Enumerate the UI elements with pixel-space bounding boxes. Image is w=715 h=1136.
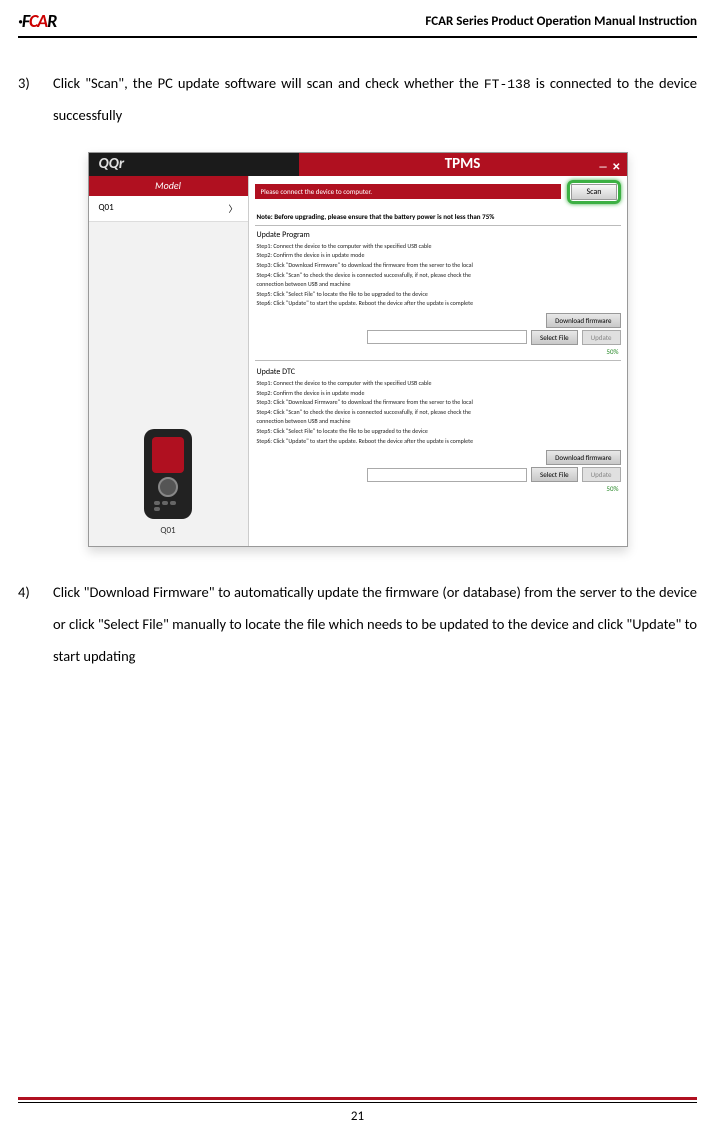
device-label: Q01 — [89, 525, 248, 536]
dtc-file-row: Select File Update — [255, 467, 621, 482]
dtc-step1: Step1: Connect the device to the compute… — [257, 379, 619, 389]
prog-step3: Step3: Click "Download Firmware" to down… — [257, 261, 619, 271]
sidebar-item-q01[interactable]: Q01 〉 — [89, 196, 248, 222]
device-buttons — [154, 501, 182, 511]
dtc-step5: Step5: Click "Select File" to locate the… — [257, 427, 619, 437]
page-number: 21 — [18, 1109, 697, 1124]
step-4-text: Click "Download Firmware" to automatical… — [53, 577, 697, 673]
app-main-panel: Please connect the device to computer. S… — [249, 176, 627, 546]
step-3-model: FT-138 — [484, 77, 531, 92]
prog-step4: Step4: Click "Scan" to check the device … — [257, 271, 619, 281]
step-3-text: Click "Scan", the PC update software wil… — [53, 68, 697, 132]
program-percent: 50% — [255, 347, 621, 356]
sidebar-device-preview: Q01 — [89, 419, 248, 546]
program-download-row: Download firmware — [255, 313, 621, 328]
sidebar-item-label: Q01 — [99, 202, 114, 215]
app-tpms-label: TPMS — [445, 155, 481, 173]
minimize-icon[interactable]: — — [599, 160, 608, 173]
scan-button-highlight: Scan — [567, 180, 620, 204]
sidebar-tab-model[interactable]: Model — [89, 176, 248, 196]
dtc-steps: Step1: Connect the device to the compute… — [255, 379, 621, 446]
select-file-button[interactable]: Select File — [531, 330, 578, 345]
update-program-title: Update Program — [255, 226, 621, 242]
logo-part-ca: CA — [29, 10, 47, 32]
fcar-logo: ·FCAR — [18, 10, 56, 32]
step-4: 4) Click "Download Firmware" to automati… — [18, 577, 697, 673]
step-3: 3) Click "Scan", the PC update software … — [18, 68, 697, 132]
header-title: FCAR Series Product Operation Manual Ins… — [425, 14, 697, 29]
step-4-number: 4) — [18, 577, 53, 673]
scan-button[interactable]: Scan — [571, 184, 616, 200]
dtc-download-firmware-button[interactable]: Download firmware — [546, 450, 620, 465]
dtc-file-input[interactable] — [367, 468, 527, 482]
chevron-right-icon: 〉 — [228, 202, 237, 215]
update-button[interactable]: Update — [582, 330, 621, 345]
divider — [255, 360, 621, 361]
app-title-tpms: TPMS — ✕ — [299, 153, 627, 176]
dtc-step6: Step6: Click "Update" to start the updat… — [257, 437, 619, 447]
device-dpad — [158, 477, 178, 497]
dtc-select-file-button[interactable]: Select File — [531, 467, 578, 482]
window-controls: — ✕ — [599, 155, 621, 178]
dtc-update-button[interactable]: Update — [582, 467, 621, 482]
update-dtc-title: Update DTC — [255, 363, 621, 379]
prog-step1: Step1: Connect the device to the compute… — [257, 242, 619, 252]
device-screen — [152, 437, 184, 473]
close-icon[interactable]: ✕ — [612, 160, 620, 173]
app-window: QQr TPMS — ✕ Model Q01 〉 — [88, 152, 628, 547]
battery-note: Note: Before upgrading, please ensure th… — [255, 208, 621, 226]
app-sidebar: Model Q01 〉 Q01 — [89, 176, 249, 546]
prog-step2: Step2: Confirm the device is in update m… — [257, 251, 619, 261]
dtc-percent: 50% — [255, 484, 621, 493]
app-titlebar: QQr TPMS — ✕ — [89, 153, 627, 176]
program-file-input[interactable] — [367, 330, 527, 344]
prog-step4b: connection between USB and machine — [257, 280, 619, 290]
download-firmware-button[interactable]: Download firmware — [546, 313, 620, 328]
dtc-step2: Step2: Confirm the device is in update m… — [257, 389, 619, 399]
warning-row: Please connect the device to computer. S… — [255, 180, 621, 204]
page-footer: 21 — [18, 1097, 697, 1124]
logo-part-r: R — [47, 10, 56, 32]
footer-rule-red — [18, 1097, 697, 1100]
app-logo-qqr: QQr — [89, 155, 125, 173]
program-file-row: Select File Update — [255, 330, 621, 345]
footer-rule-black — [18, 1102, 697, 1103]
step-3-number: 3) — [18, 68, 53, 132]
program-steps: Step1: Connect the device to the compute… — [255, 242, 621, 309]
prog-step6: Step6: Click "Update" to start the updat… — [257, 299, 619, 309]
dtc-download-row: Download firmware — [255, 450, 621, 465]
device-image — [144, 429, 192, 519]
app-body: Model Q01 〉 Q01 Please connect the devic… — [89, 176, 627, 546]
dtc-step4: Step4: Click "Scan" to check the device … — [257, 408, 619, 418]
page-header: ·FCAR FCAR Series Product Operation Manu… — [18, 10, 697, 38]
prog-step5: Step5: Click "Select File" to locate the… — [257, 290, 619, 300]
dtc-step3: Step3: Click "Download Firmware" to down… — [257, 398, 619, 408]
logo-part-f: ·F — [18, 10, 29, 32]
connect-warning: Please connect the device to computer. — [255, 184, 562, 199]
step-3-text-a: Click "Scan", the PC update software wil… — [53, 74, 484, 92]
dtc-step4b: connection between USB and machine — [257, 417, 619, 427]
